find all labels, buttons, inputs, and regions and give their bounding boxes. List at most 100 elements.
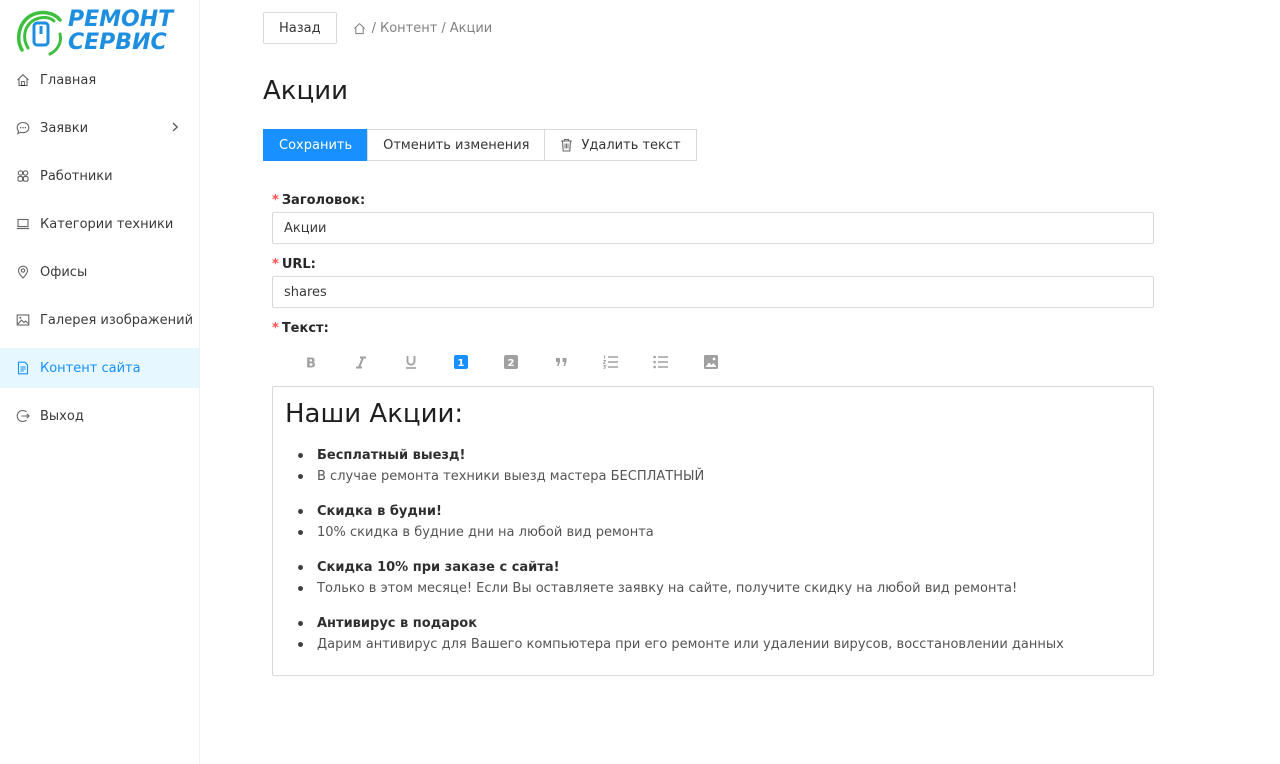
promo-list: Скидка 10% при заказе с сайта! Только в … bbox=[298, 557, 1141, 599]
sidebar-item-label: Работники bbox=[40, 168, 113, 184]
trash-icon bbox=[561, 138, 573, 152]
sidebar-item-label: Заявки bbox=[40, 120, 89, 136]
quote-icon bbox=[555, 358, 566, 366]
breadcrumb-item-current: Акции bbox=[449, 20, 493, 36]
text-field: * Текст: B 1 2 bbox=[272, 318, 1154, 384]
team-icon bbox=[16, 169, 30, 183]
image-icon bbox=[704, 355, 718, 369]
sidebar-item-label: Контент сайта bbox=[40, 360, 141, 376]
bullet-list-icon bbox=[653, 355, 668, 369]
breadcrumb: / Контент / Акции bbox=[353, 20, 493, 36]
editor-heading: Наши Акции: bbox=[285, 399, 464, 429]
main-content: Назад / Контент / Акции Акции Сохранить … bbox=[263, 0, 1163, 764]
back-button[interactable]: Назад bbox=[263, 12, 337, 44]
heading-2-icon: 2 bbox=[504, 355, 518, 369]
required-mark: * bbox=[272, 257, 279, 272]
url-label-text: URL bbox=[281, 257, 311, 272]
logout-icon bbox=[16, 409, 30, 423]
sidebar-item-label: Выход bbox=[40, 408, 84, 424]
ordered-list-icon bbox=[603, 355, 618, 369]
sidebar-menu: Главная Заявки Работники Категории техни… bbox=[0, 60, 199, 444]
editor-toolbar: B 1 2 bbox=[272, 340, 1154, 384]
italic-button[interactable] bbox=[336, 346, 386, 378]
title-field: * Заголовок: bbox=[272, 190, 1154, 244]
title-input[interactable] bbox=[272, 212, 1154, 244]
promo-title: Скидка в будни! bbox=[298, 501, 1141, 522]
picture-icon bbox=[16, 313, 30, 327]
svg-text:B: B bbox=[306, 356, 316, 369]
home-icon bbox=[16, 73, 30, 87]
file-text-icon bbox=[16, 361, 30, 375]
heading-1-icon: 1 bbox=[454, 355, 468, 369]
sidebar: РЕМОНТ СЕРВИС Главная Заявки Работники К… bbox=[0, 0, 200, 764]
svg-text:2: 2 bbox=[508, 358, 515, 369]
underline-button[interactable] bbox=[386, 346, 436, 378]
delete-text-label: Удалить текст bbox=[581, 137, 681, 153]
cancel-changes-button[interactable]: Отменить изменения bbox=[367, 129, 546, 161]
text-label-text: Текст bbox=[281, 321, 324, 336]
brand-name: РЕМОНТ СЕРВИС bbox=[68, 8, 173, 54]
promo-title: Бесплатный выезд! bbox=[298, 445, 1141, 466]
title-label-text: Заголовок bbox=[281, 193, 360, 208]
home-icon[interactable] bbox=[353, 22, 366, 35]
title-label: * Заголовок: bbox=[272, 190, 1154, 212]
rich-text-editor[interactable]: Наши Акции: Бесплатный выезд! В случае р… bbox=[272, 386, 1154, 676]
brand-logo[interactable]: РЕМОНТ СЕРВИС bbox=[14, 6, 174, 58]
laptop-icon bbox=[16, 217, 30, 231]
brand-mark-icon bbox=[16, 10, 62, 56]
save-button[interactable]: Сохранить bbox=[263, 129, 369, 161]
page-title: Акции bbox=[263, 76, 348, 106]
promo-list: Скидка в будни! 10% скидка в будние дни … bbox=[298, 501, 1141, 543]
heading-1-button[interactable]: 1 bbox=[436, 346, 486, 378]
brand-line-1: РЕМОНТ bbox=[68, 7, 174, 32]
quote-button[interactable] bbox=[536, 346, 586, 378]
promo-list: Антивирус в подарок Дарим антивирус для … bbox=[298, 613, 1141, 655]
promo-text: В случае ремонта техники выезд мастера Б… bbox=[298, 466, 1141, 487]
image-button[interactable] bbox=[686, 346, 736, 378]
url-label: * URL: bbox=[272, 254, 1154, 276]
bold-icon: B bbox=[306, 356, 316, 369]
required-mark: * bbox=[272, 321, 279, 336]
promo-text: Только в этом месяце! Если Вы оставляете… bbox=[298, 578, 1141, 599]
sidebar-item-categories[interactable]: Категории техники bbox=[0, 204, 199, 244]
sidebar-item-label: Категории техники bbox=[40, 216, 174, 232]
breadcrumb-separator: / bbox=[441, 20, 446, 36]
sidebar-item-label: Офисы bbox=[40, 264, 88, 280]
required-mark: * bbox=[272, 193, 279, 208]
sidebar-item-content[interactable]: Контент сайта bbox=[0, 348, 199, 388]
promo-text: Дарим антивирус для Вашего компьютера пр… bbox=[298, 634, 1141, 655]
delete-text-button[interactable]: Удалить текст bbox=[544, 129, 697, 161]
url-field: * URL: bbox=[272, 254, 1154, 308]
label-colon: : bbox=[310, 257, 316, 272]
url-input[interactable] bbox=[272, 276, 1154, 308]
promo-title: Антивирус в подарок bbox=[298, 613, 1141, 634]
breadcrumb-item-content[interactable]: Контент bbox=[380, 21, 437, 36]
heading-2-button[interactable]: 2 bbox=[486, 346, 536, 378]
action-buttons: Сохранить Отменить изменения Удалить тек… bbox=[263, 129, 697, 161]
text-label: * Текст: bbox=[272, 318, 1154, 340]
sidebar-item-gallery[interactable]: Галерея изображений bbox=[0, 300, 199, 340]
ordered-list-button[interactable] bbox=[586, 346, 636, 378]
bullet-list-button[interactable] bbox=[636, 346, 686, 378]
label-colon: : bbox=[323, 321, 329, 336]
underline-icon bbox=[406, 356, 416, 369]
promo-title: Скидка 10% при заказе с сайта! bbox=[298, 557, 1141, 578]
promo-list: Бесплатный выезд! В случае ремонта техни… bbox=[298, 445, 1141, 487]
sidebar-item-logout[interactable]: Выход bbox=[0, 396, 199, 436]
topbar: Назад / Контент / Акции bbox=[263, 12, 492, 44]
sidebar-item-requests[interactable]: Заявки bbox=[0, 108, 199, 148]
sidebar-item-offices[interactable]: Офисы bbox=[0, 252, 199, 292]
label-colon: : bbox=[359, 193, 366, 208]
sidebar-item-home[interactable]: Главная bbox=[0, 60, 199, 100]
chat-icon bbox=[16, 121, 30, 135]
chevron-right-icon bbox=[172, 122, 179, 132]
bold-button[interactable]: B bbox=[286, 346, 336, 378]
italic-icon bbox=[356, 356, 366, 368]
brand-line-2: СЕРВИС bbox=[68, 30, 167, 55]
promo-text: 10% скидка в будние дни на любой вид рем… bbox=[298, 522, 1141, 543]
sidebar-item-label: Главная bbox=[40, 72, 97, 88]
sidebar-item-workers[interactable]: Работники bbox=[0, 156, 199, 196]
sidebar-item-label: Галерея изображений bbox=[40, 312, 194, 328]
breadcrumb-separator: / bbox=[371, 20, 376, 36]
location-icon bbox=[16, 265, 30, 279]
